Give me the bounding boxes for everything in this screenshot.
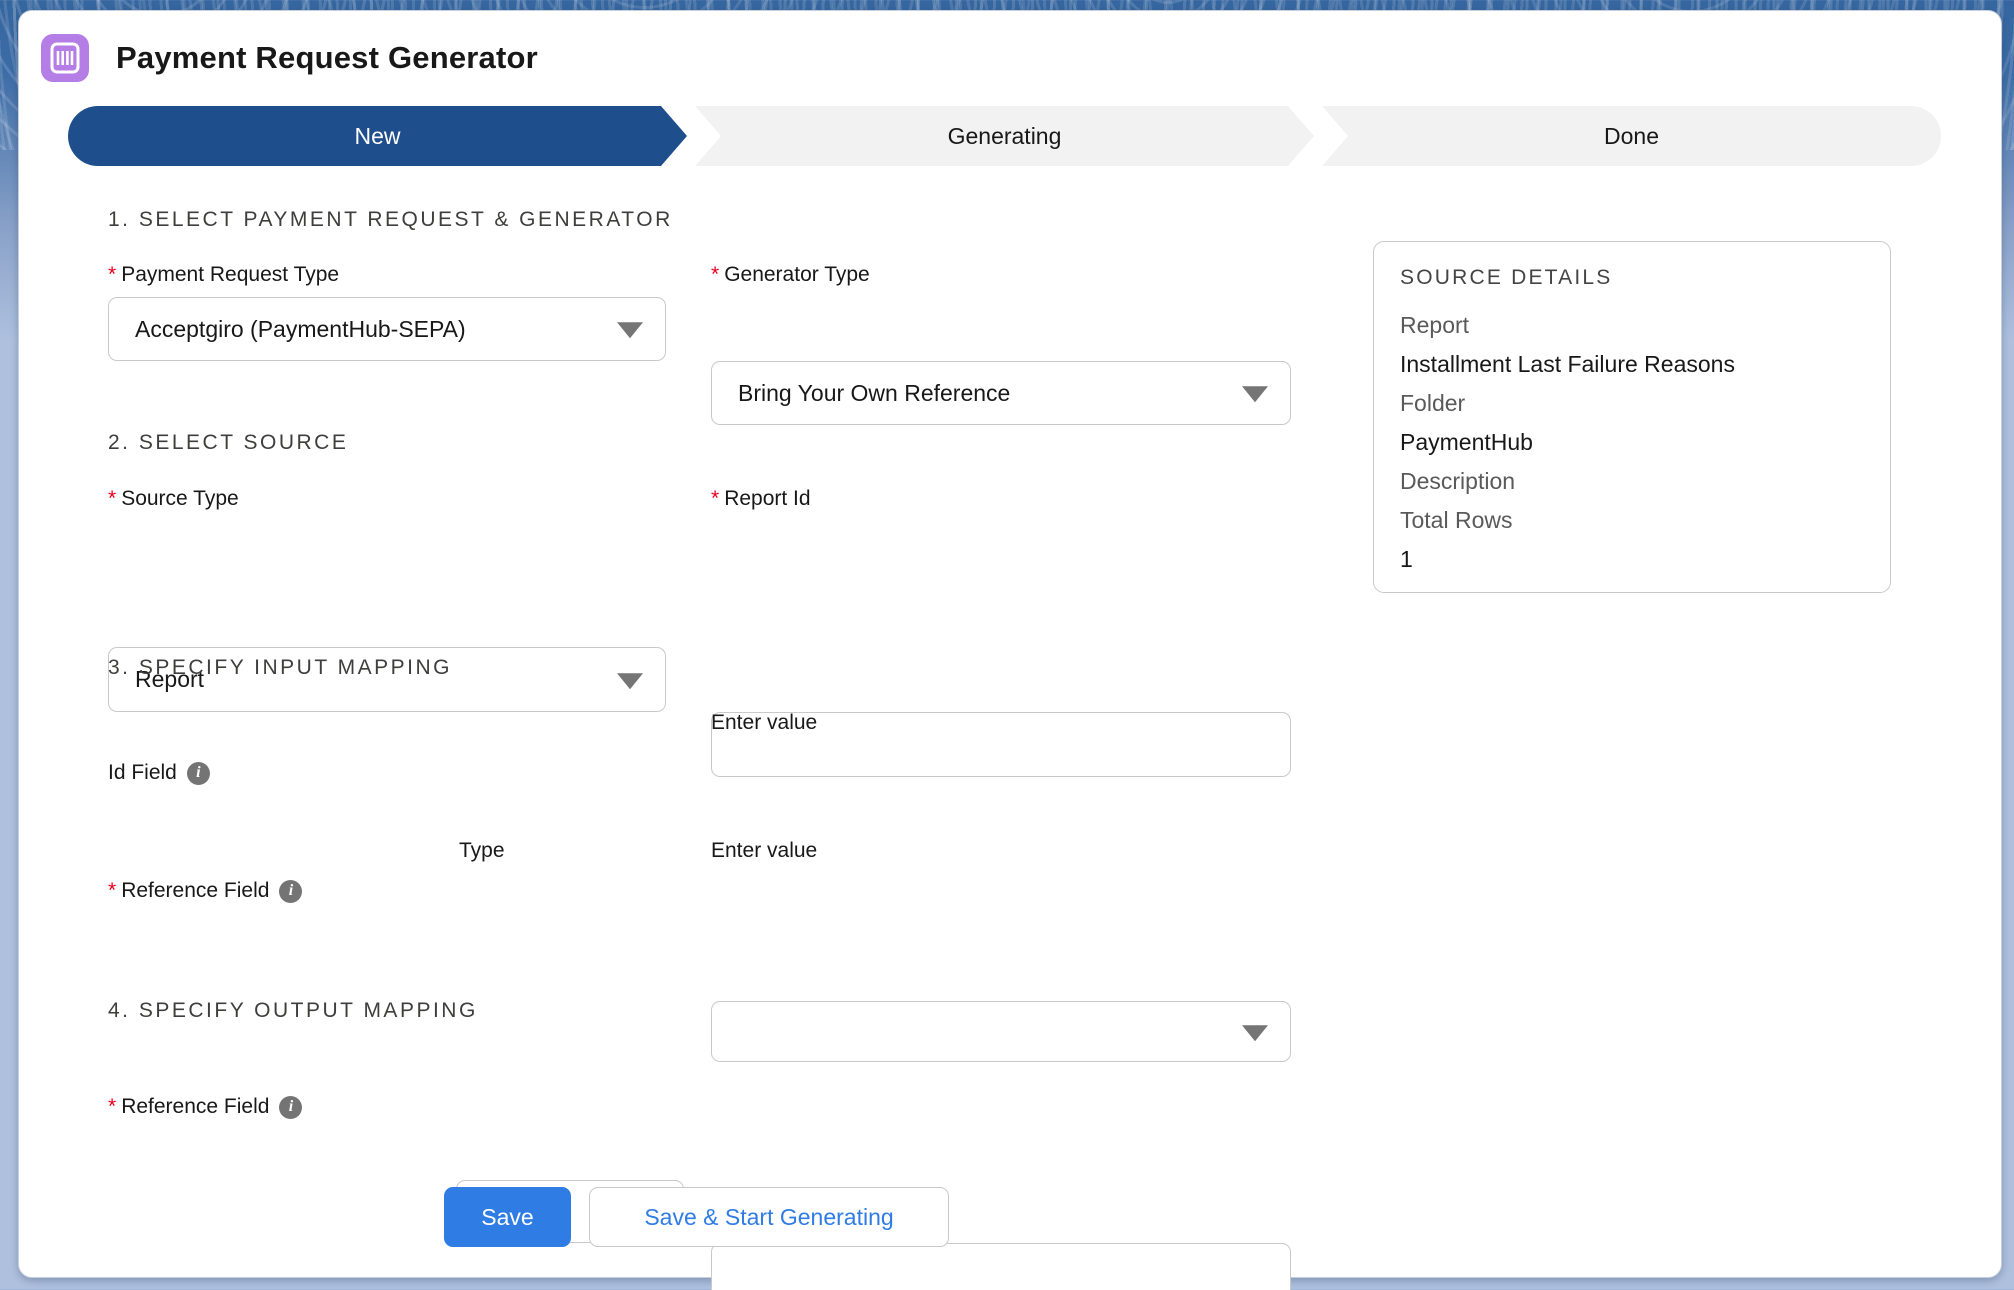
section1-heading: 1. SELECT PAYMENT REQUEST & GENERATOR xyxy=(108,208,673,232)
barcode-slip-icon xyxy=(50,42,80,74)
generator-type-value: Bring Your Own Reference xyxy=(738,380,1010,407)
source-detail-label: Description xyxy=(1400,462,1864,501)
dropdown-arrow-icon xyxy=(1242,386,1268,402)
generator-type-label: * Generator Type xyxy=(711,263,870,287)
required-asterisk: * xyxy=(711,487,719,511)
dropdown-arrow-icon xyxy=(617,322,643,338)
required-asterisk: * xyxy=(108,879,116,903)
section2-heading: 2. SELECT SOURCE xyxy=(108,431,348,455)
path-stage-generating[interactable]: Generating xyxy=(695,106,1314,166)
path-stage-label: Generating xyxy=(948,123,1062,150)
dropdown-arrow-icon xyxy=(617,673,643,689)
source-details-heading: SOURCE DETAILS xyxy=(1400,266,1864,290)
payment-request-type-dropdown[interactable]: Acceptgiro (PaymentHub-SEPA) xyxy=(108,297,666,361)
reference-value-input[interactable] xyxy=(711,1243,1291,1290)
info-icon[interactable]: i xyxy=(279,880,302,903)
source-type-label: * Source Type xyxy=(108,487,239,511)
source-detail-label: Report xyxy=(1400,306,1864,345)
source-details-panel: SOURCE DETAILS Report Installment Last F… xyxy=(1373,241,1891,593)
required-asterisk: * xyxy=(108,487,116,511)
path-stage-label: Done xyxy=(1604,123,1659,150)
report-id-label: * Report Id xyxy=(711,487,811,511)
generator-type-dropdown[interactable]: Bring Your Own Reference xyxy=(711,361,1291,425)
id-field-enter-value-label: Enter value xyxy=(711,711,817,735)
output-reference-field-label: * Reference Field i xyxy=(108,1095,302,1119)
source-detail-label: Folder xyxy=(1400,384,1864,423)
required-asterisk: * xyxy=(711,263,719,287)
reference-enter-value-label: Enter value xyxy=(711,839,817,863)
path-stage-label: New xyxy=(354,123,400,150)
reference-type-label: Type xyxy=(459,839,505,863)
path-stage-done[interactable]: Done xyxy=(1322,106,1941,166)
payment-request-generator-card: Payment Request Generator New Generating… xyxy=(18,10,2002,1278)
page-title: Payment Request Generator xyxy=(116,34,538,82)
source-detail-label: Total Rows xyxy=(1400,501,1864,540)
input-reference-field-label: * Reference Field i xyxy=(108,879,302,903)
section4-heading: 4. SPECIFY OUTPUT MAPPING xyxy=(108,999,478,1023)
section3-heading: 3. SPECIFY INPUT MAPPING xyxy=(108,656,452,680)
save-button[interactable]: Save xyxy=(444,1187,571,1247)
id-field-combobox[interactable] xyxy=(711,1001,1291,1062)
source-detail-value: PaymentHub xyxy=(1400,423,1864,462)
progress-path: New Generating Done xyxy=(68,106,1941,166)
acceptgiro-app-icon xyxy=(41,34,89,82)
payment-request-type-label: * Payment Request Type xyxy=(108,263,339,287)
info-icon[interactable]: i xyxy=(187,762,210,785)
id-field-label: Id Field i xyxy=(108,761,210,785)
dropdown-arrow-icon xyxy=(1242,1025,1268,1041)
path-stage-new[interactable]: New xyxy=(68,106,687,166)
source-detail-value: 1 xyxy=(1400,540,1864,579)
required-asterisk: * xyxy=(108,263,116,287)
info-icon[interactable]: i xyxy=(279,1096,302,1119)
required-asterisk: * xyxy=(108,1095,116,1119)
source-detail-value: Installment Last Failure Reasons xyxy=(1400,345,1864,384)
save-and-start-generating-button[interactable]: Save & Start Generating xyxy=(589,1187,949,1247)
payment-request-type-value: Acceptgiro (PaymentHub-SEPA) xyxy=(135,316,466,343)
